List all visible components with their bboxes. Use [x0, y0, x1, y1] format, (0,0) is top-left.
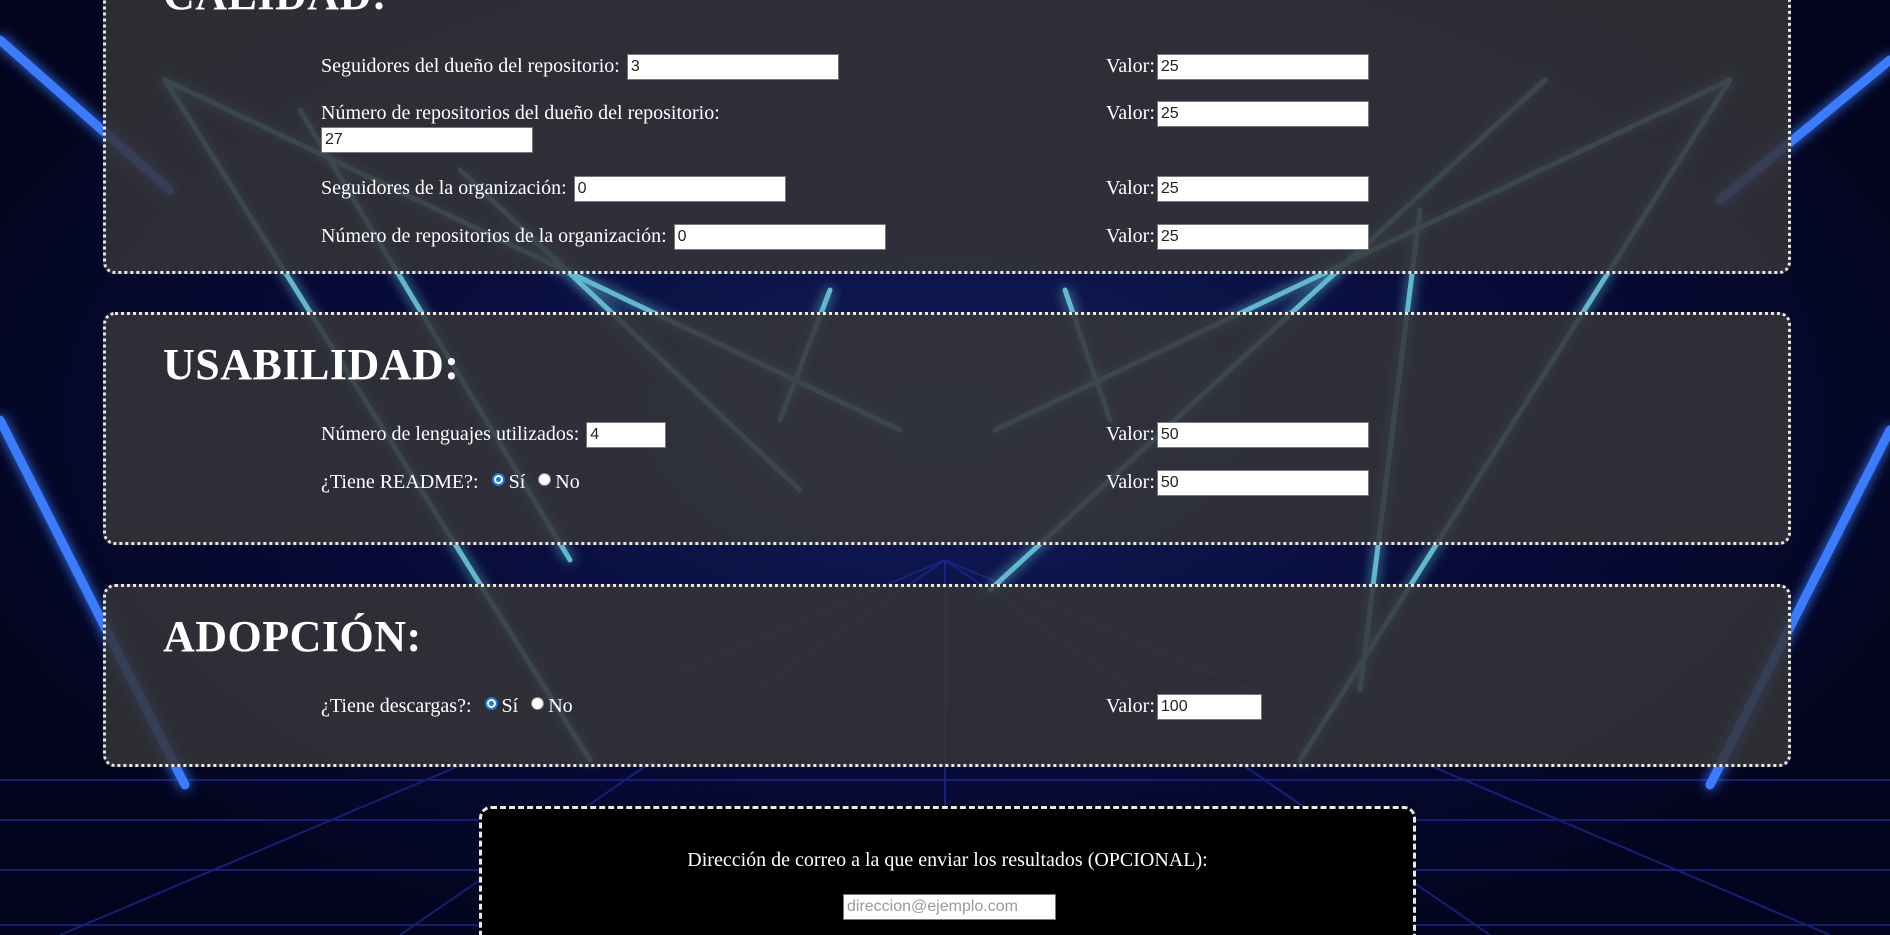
seguidores-dueno-input[interactable]: [626, 54, 839, 81]
valor-label: Valor:: [1106, 102, 1155, 124]
field-label: Número de lenguajes utilizados:: [321, 423, 580, 445]
field-seguidores-org: Seguidores de la organización:: [321, 176, 786, 203]
valor-input[interactable]: [1156, 101, 1369, 128]
valor-readme: Valor:: [1106, 470, 1369, 497]
lenguajes-input[interactable]: [586, 422, 667, 449]
valor-label: Valor:: [1106, 423, 1155, 445]
valor-label: Valor:: [1106, 225, 1155, 247]
valor-seguidores-org: Valor:: [1106, 176, 1369, 203]
field-label: Seguidores de la organización:: [321, 177, 567, 199]
adopcion-section: ADOPCIÓN: ¿Tiene descargas?: Sí No Valor…: [103, 584, 1791, 767]
valor-input[interactable]: [1156, 176, 1369, 203]
field-descargas: ¿Tiene descargas?: Sí No: [321, 694, 573, 718]
valor-repos-dueno: Valor:: [1106, 101, 1369, 128]
radio-label-si: Sí: [501, 695, 519, 717]
field-repos-org: Número de repositorios de la organizació…: [321, 224, 886, 251]
readme-si-radio[interactable]: [491, 473, 505, 486]
section-title: USABILIDAD:: [163, 340, 460, 389]
valor-label: Valor:: [1106, 55, 1155, 77]
valor-lenguajes: Valor:: [1106, 422, 1369, 449]
section-title: ADOPCIÓN:: [163, 612, 422, 661]
field-label: Número de repositorios de la organizació…: [321, 225, 667, 247]
field-seguidores-dueno: Seguidores del dueño del repositorio:: [321, 54, 839, 81]
repos-org-input[interactable]: [673, 224, 886, 251]
valor-label: Valor:: [1106, 471, 1155, 493]
field-label: Número de repositorios del dueño del rep…: [321, 102, 720, 124]
field-label: Seguidores del dueño del repositorio:: [321, 55, 620, 77]
field-readme: ¿Tiene README?: Sí No: [321, 470, 580, 494]
seguidores-org-input[interactable]: [573, 176, 786, 203]
email-input[interactable]: [843, 894, 1056, 920]
valor-input[interactable]: [1156, 224, 1369, 251]
valor-seguidores-dueno: Valor:: [1106, 54, 1369, 81]
valor-input[interactable]: [1156, 54, 1369, 81]
radio-label-no: No: [548, 695, 573, 717]
valor-input[interactable]: [1156, 470, 1369, 497]
valor-repos-org: Valor:: [1106, 224, 1369, 251]
section-title: CALIDAD:: [163, 0, 387, 20]
email-label: Dirección de correo a la que enviar los …: [687, 849, 1208, 871]
readme-no-radio[interactable]: [538, 473, 552, 486]
field-label: ¿Tiene descargas?:: [321, 695, 472, 717]
radio-label-si: Sí: [508, 471, 526, 493]
valor-descargas: Valor:: [1106, 694, 1262, 721]
valor-label: Valor:: [1106, 695, 1155, 717]
usabilidad-section: USABILIDAD: Número de lenguajes utilizad…: [103, 312, 1791, 545]
field-lenguajes: Número de lenguajes utilizados:: [321, 422, 667, 449]
valor-label: Valor:: [1106, 177, 1155, 199]
radio-label-no: No: [555, 471, 580, 493]
valor-input[interactable]: [1156, 422, 1369, 449]
calidad-section: CALIDAD: Seguidores del dueño del reposi…: [103, 0, 1791, 274]
email-section: Dirección de correo a la que enviar los …: [479, 806, 1416, 935]
descargas-si-radio[interactable]: [484, 697, 498, 710]
repos-dueno-input[interactable]: [321, 127, 533, 153]
field-repos-dueno: Número de repositorios del dueño del rep…: [321, 101, 791, 153]
field-label: ¿Tiene README?:: [321, 471, 479, 493]
valor-input[interactable]: [1156, 694, 1262, 721]
descargas-no-radio[interactable]: [531, 697, 545, 710]
